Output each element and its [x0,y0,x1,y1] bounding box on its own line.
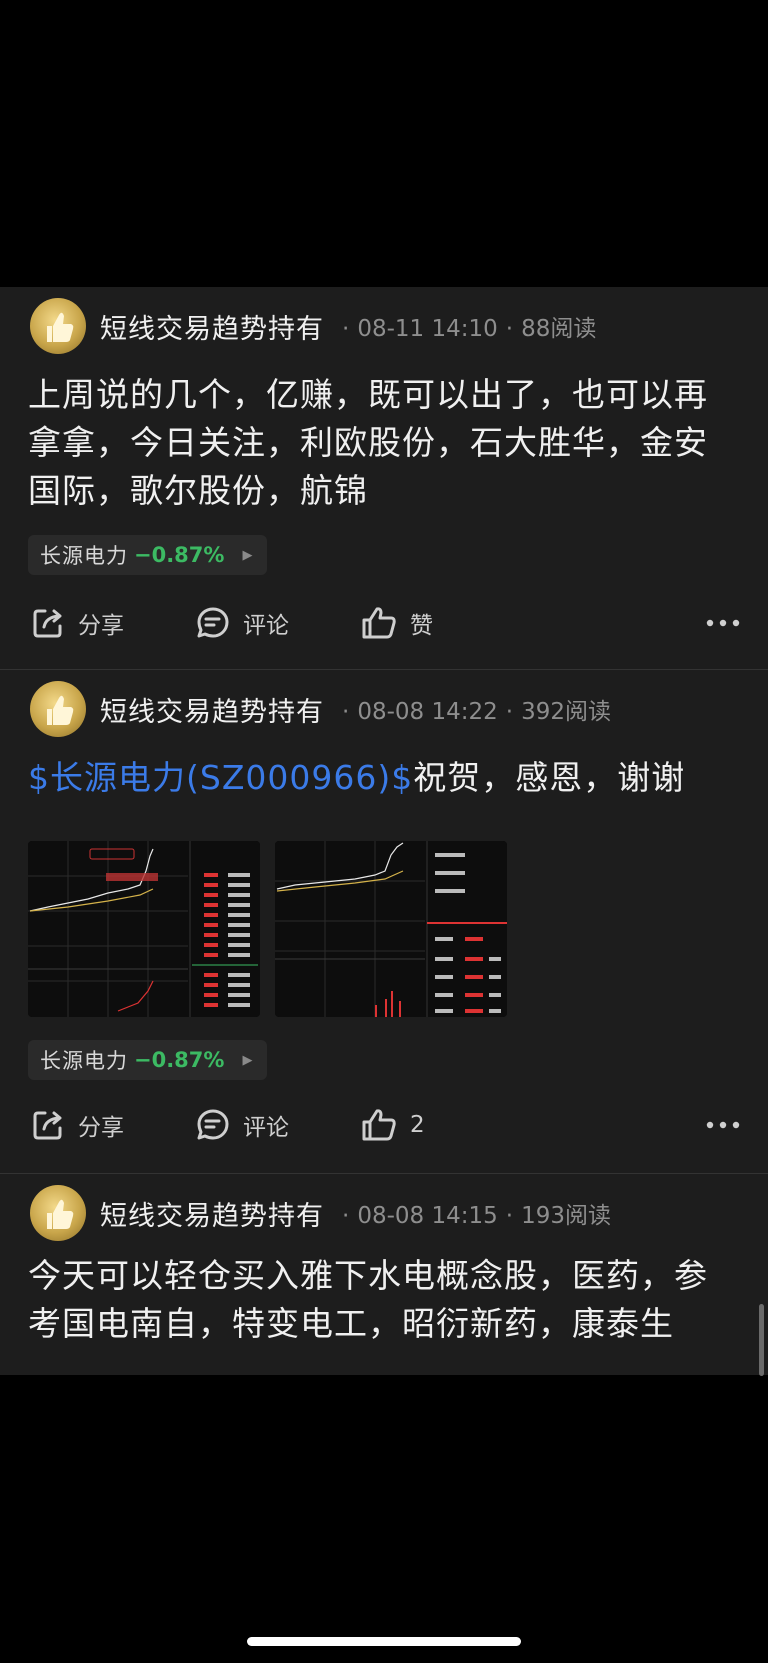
author-name[interactable]: 短线交易趋势持有 [100,307,324,346]
post-actions: 分享 评论 赞 [30,600,740,646]
comment-icon [197,1109,229,1140]
chart-screenshot-thumbnail[interactable] [28,841,260,1017]
like-button[interactable]: 2 [360,1102,425,1148]
post-content: $长源电力(SZ000966)$祝贺，感恩，谢谢 [28,754,740,802]
author-name[interactable]: 短线交易趋势持有 [100,690,324,729]
post-time: 08-11 14:10 [357,316,498,342]
like-button[interactable]: 赞 [360,600,433,646]
home-indicator[interactable] [247,1637,521,1646]
share-button[interactable]: 分享 [30,600,124,646]
more-button[interactable] [706,600,740,646]
post-card[interactable]: 短线交易趋势持有 · 08-08 14:22 · 392阅读 $长源电力(SZ0009… [0,670,768,1174]
post-card[interactable]: 短线交易趋势持有 · 08-11 14:10 · 88阅读 上周说的几个，亿赚，既可以… [0,287,768,670]
like-count: 2 [410,1112,425,1138]
post-meta: · 08-11 14:10 · 88阅读 [342,316,597,342]
post-actions: 分享 评论 2 [30,1102,740,1148]
share-label: 分享 [78,1115,124,1141]
stock-tag[interactable]: 长源电力 −0.87% ▶ [28,535,267,575]
comment-label: 评论 [243,613,289,639]
post-content[interactable]: 上周说的几个，亿赚，既可以出了，也可以再拿拿，今日关注，利欧股份，石大胜华，金安… [28,371,740,515]
share-label: 分享 [78,613,124,639]
read-count: 88阅读 [521,316,597,342]
more-icon [706,1121,740,1129]
post-header: 短线交易趋势持有 · 08-11 14:10 · 88阅读 [30,297,596,355]
author-name[interactable]: 短线交易趋势持有 [100,1194,324,1233]
post-time: 08-08 14:15 [357,1203,498,1229]
post-images [28,841,507,1017]
post-time: 08-08 14:22 [357,699,498,725]
stock-change: −0.87% [134,543,225,567]
like-icon [362,1109,396,1141]
post-card[interactable]: 短线交易趋势持有 · 08-08 14:15 · 193阅读 今天可以轻仓买入雅下水电… [0,1174,768,1375]
more-button[interactable] [706,1102,740,1148]
post-meta: · 08-08 14:15 · 193阅读 [342,1203,611,1229]
more-icon [706,619,740,627]
chart-screenshot-thumbnail[interactable] [275,841,507,1017]
like-icon [362,607,396,639]
comment-button[interactable]: 评论 [195,1102,289,1148]
post-text: 祝贺，感恩，谢谢 [413,758,686,797]
author-avatar[interactable] [30,681,86,737]
like-label: 赞 [410,613,433,639]
author-avatar[interactable] [30,1185,86,1241]
comment-icon [197,607,229,638]
author-avatar[interactable] [30,298,86,354]
post-content[interactable]: 今天可以轻仓买入雅下水电概念股，医药，参考国电南自，特变电工，昭衍新药，康泰生 [28,1252,740,1348]
stock-tag[interactable]: 长源电力 −0.87% ▶ [28,1040,267,1080]
comment-button[interactable]: 评论 [195,600,289,646]
post-meta: · 08-08 14:22 · 392阅读 [342,699,611,725]
share-button[interactable]: 分享 [30,1102,124,1148]
stock-name: 长源电力 [40,544,128,568]
read-count: 392阅读 [521,699,611,725]
scrollbar[interactable] [759,1304,764,1376]
post-feed[interactable]: 短线交易趋势持有 · 08-11 14:10 · 88阅读 上周说的几个，亿赚，既可以… [0,287,768,1375]
post-header: 短线交易趋势持有 · 08-08 14:22 · 392阅读 [30,680,611,738]
read-count: 193阅读 [521,1203,611,1229]
post-header: 短线交易趋势持有 · 08-08 14:15 · 193阅读 [30,1184,611,1242]
stock-name: 长源电力 [40,1049,128,1073]
chevron-right-icon: ▶ [242,1052,253,1068]
share-icon [33,1111,62,1140]
stock-change: −0.87% [134,1048,225,1072]
comment-label: 评论 [243,1115,289,1141]
chevron-right-icon: ▶ [242,547,253,563]
stock-mention-link[interactable]: $长源电力(SZ000966)$ [28,758,413,797]
share-icon [33,609,62,638]
